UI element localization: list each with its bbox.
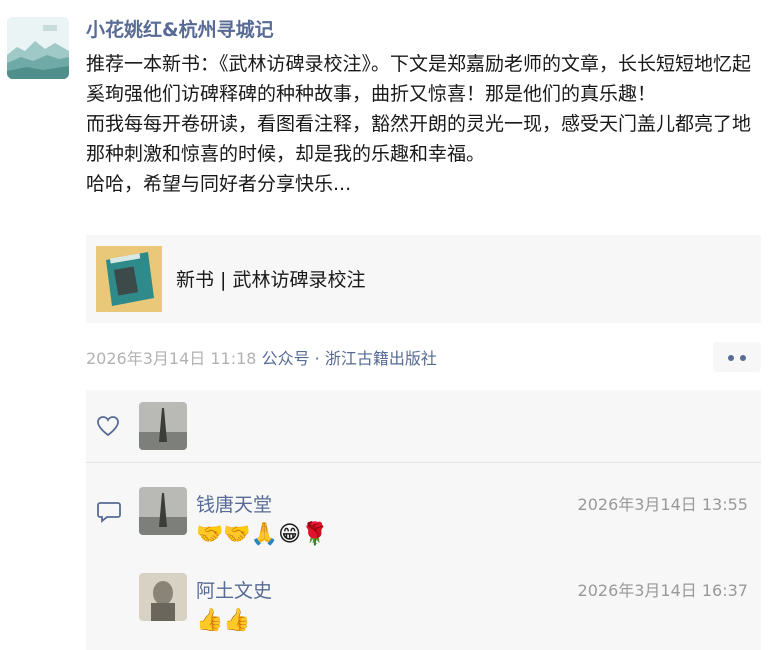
post-source-link[interactable]: 公众号 · 浙江古籍出版社 xyxy=(262,349,437,368)
heart-outline-icon xyxy=(97,416,119,437)
author-avatar[interactable] xyxy=(7,17,69,79)
comment-text: 👍👍 xyxy=(196,608,251,633)
post-paragraph: 而我每每开卷研读，看图看注释，豁然开朗的灵光一现，感受天门盖儿都亮了地那种刺激和… xyxy=(86,113,752,165)
interaction-panel: 钱唐天堂 2026年3月14日 13:55 🤝🤝🙏😁🌹 阿土文史 2026年3月… xyxy=(86,390,761,650)
post-paragraph: 哈哈，希望与同好者分享快乐... xyxy=(86,173,352,195)
post-text: 推荐一本新书：《武林访碑录校注》。下文是郑嘉励老师的文章，长长短短地忆起奚珣强他… xyxy=(86,49,766,199)
commenter-avatar[interactable] xyxy=(139,573,187,621)
commenter-avatar[interactable] xyxy=(139,487,187,535)
comment-bubble-icon xyxy=(97,502,121,523)
shared-article-title: 新书 | 武林访碑录校注 xyxy=(176,269,366,291)
more-dots-icon xyxy=(740,355,746,361)
commenter-name[interactable]: 阿土文史 xyxy=(196,576,272,603)
post-paragraph: 推荐一本新书：《武林访碑录校注》。下文是郑嘉励老师的文章，长长短短地忆起奚珣强他… xyxy=(86,53,752,105)
liker-avatar[interactable] xyxy=(139,402,187,450)
post-meta: 2026年3月14日 11:18 公众号 · 浙江古籍出版社 xyxy=(86,345,437,369)
likes-row xyxy=(86,390,761,462)
divider xyxy=(86,462,761,463)
more-dots-icon xyxy=(728,355,734,361)
more-actions-button[interactable] xyxy=(713,342,761,372)
comment-text: 🤝🤝🙏😁🌹 xyxy=(196,522,329,547)
commenter-name[interactable]: 钱唐天堂 xyxy=(196,490,272,517)
comment-time: 2026年3月14日 16:37 xyxy=(577,581,748,600)
post-time: 2026年3月14日 11:18 xyxy=(86,349,257,368)
shared-article-card[interactable]: 新书 | 武林访碑录校注 xyxy=(86,235,761,323)
author-name[interactable]: 小花姚红&杭州寻城记 xyxy=(86,15,274,42)
book-cover-thumbnail xyxy=(96,246,162,312)
comment-time: 2026年3月14日 13:55 xyxy=(577,495,748,514)
